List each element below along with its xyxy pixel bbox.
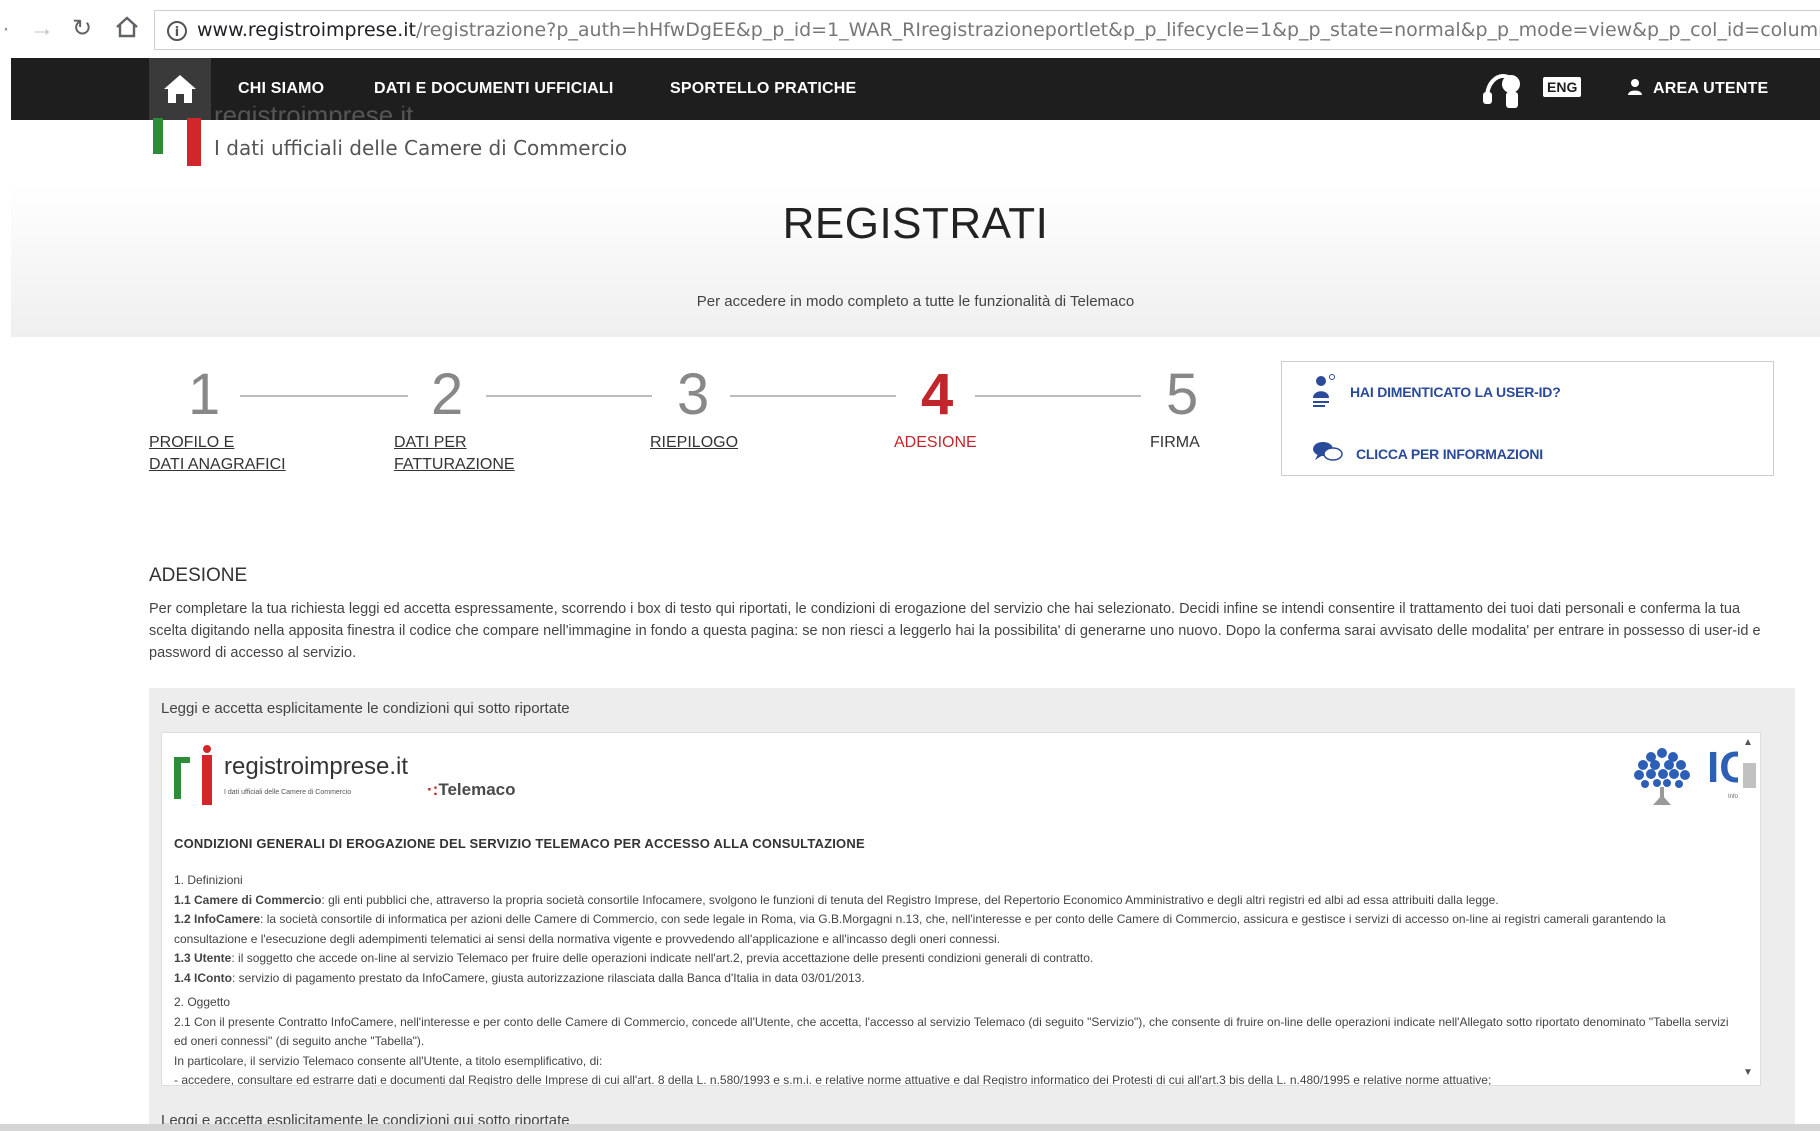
logo-mark	[153, 118, 209, 171]
step-connector	[730, 395, 896, 397]
section-1-title: 1. Definizioni	[174, 873, 243, 887]
conditions-scrollbox[interactable]: registroimprese.it I dati ufficiali dell…	[161, 732, 1761, 1086]
scroll-thumb[interactable]	[1743, 763, 1756, 788]
step-1-label-line2: DATI ANAGRAFICI	[149, 456, 286, 473]
scroll-down-arrow-icon[interactable]: ▼	[1743, 1067, 1753, 1078]
document-heading: CONDIZIONI GENERALI DI EROGAZIONE DEL SE…	[174, 836, 865, 851]
step-5-label-text: FIRMA	[1150, 434, 1200, 451]
support-headset-icon[interactable]	[1481, 70, 1525, 115]
conditions-panel: Leggi e accetta esplicitamente le condiz…	[149, 688, 1795, 1131]
house-icon	[164, 75, 196, 103]
step-1-link[interactable]: PROFILO E DATI ANAGRAFICI	[149, 432, 286, 476]
step-2-link[interactable]: DATI PER FATTURAZIONE	[394, 432, 515, 476]
user-icon	[1627, 78, 1643, 101]
info-icon[interactable]: i	[167, 20, 187, 41]
step-1-label-line1: PROFILO E	[149, 434, 235, 451]
clause-1-4-text: : servizio di pagamento prestato da Info…	[232, 970, 865, 985]
step-2-label-line1: DATI PER	[394, 434, 467, 451]
panel-label: Leggi e accetta esplicitamente le condiz…	[161, 700, 570, 717]
hero-band: REGISTRATI Per accedere in modo completo…	[11, 183, 1820, 337]
step-connector	[486, 395, 652, 397]
forward-icon[interactable]: →	[30, 14, 54, 44]
infocamere-tree-icon	[1627, 743, 1697, 818]
step-5-number: 5	[1166, 362, 1199, 427]
clause-1-1-text: : gli enti pubblici che, attraverso la p…	[321, 892, 1499, 907]
chat-bubbles-icon	[1312, 440, 1344, 469]
home-button[interactable]	[149, 58, 211, 120]
clause-1-3: 1.3 Utente: il soggetto che accede on-li…	[174, 949, 1734, 969]
logo-name: registroimprese.it	[214, 106, 413, 120]
url-path: /registrazione?p_auth=hHfwDgEE&p_p_id=1_…	[416, 19, 1820, 41]
logo-tagline: I dati ufficiali delle Camere di Commerc…	[214, 136, 628, 160]
scrollbar[interactable]: ▲ ▼	[1738, 733, 1760, 1085]
clause-2-intro: In particolare, il servizio Telemaco con…	[174, 1053, 603, 1068]
doc-logo-mark	[174, 745, 216, 812]
back-icon[interactable]: ·	[2, 14, 10, 44]
address-bar[interactable]: i www.registroimprese.it/registrazione?p_…	[154, 10, 1820, 50]
clause-1-2-text: : la società consortile di informatica p…	[174, 912, 1666, 946]
clause-2-1: 2.1 Con il presente Contratto InfoCamere…	[174, 1014, 1729, 1049]
clause-2-item: - accedere, consultare ed estrarre dati …	[174, 1073, 1492, 1086]
help-box: HAI DIMENTICATO LA USER-ID? CLICCA PER I…	[1281, 361, 1774, 476]
step-1-number: 1	[188, 362, 221, 427]
step-4-label-text: ADESIONE	[894, 434, 977, 451]
step-2-label-line2: FATTURAZIONE	[394, 456, 515, 473]
user-id-icon	[1310, 372, 1336, 413]
area-utente-link[interactable]: AREA UTENTE	[1653, 80, 1768, 98]
clause-1-2-term: 1.2 InfoCamere	[174, 912, 261, 926]
clause-1-1-term: 1.1 Camere di Commercio	[174, 892, 322, 907]
step-3-number: 3	[677, 362, 710, 427]
step-3-link[interactable]: RIEPILOGO	[650, 432, 738, 454]
step-3-label: RIEPILOGO	[650, 434, 739, 451]
reload-icon[interactable]: ↻	[72, 14, 92, 44]
intro-text: Per completare la tua richiesta leggi ed…	[149, 601, 1761, 661]
forgot-userid-link[interactable]: HAI DIMENTICATO LA USER-ID?	[1350, 384, 1561, 400]
step-4-label: ADESIONE	[894, 432, 977, 454]
clause-1-1: 1.1 Camere di Commercio: gli enti pubbli…	[174, 891, 1734, 911]
doc-logo-tagline: I dati ufficiali delle Camere di Commerc…	[224, 789, 352, 796]
telemaco-text: Telemaco	[438, 780, 516, 799]
document-body: 1. Definizioni 1.1 Camere di Commercio: …	[174, 871, 1734, 1086]
doc-logo-name: registroimprese.it	[224, 753, 409, 780]
browser-toolbar: · → ↻ i www.registroimprese.it/registrazi…	[0, 0, 1820, 58]
page-bottom-edge	[0, 1124, 1820, 1131]
page-subtitle: Per accedere in modo completo a tutte le…	[696, 293, 1135, 310]
clause-1-2: 1.2 InfoCamere: la società consortile di…	[174, 910, 1734, 949]
info-link[interactable]: CLICCA PER INFORMAZIONI	[1356, 446, 1543, 462]
section-title: ADESIONE	[149, 565, 248, 586]
language-toggle[interactable]: ENG	[1543, 77, 1582, 97]
step-2-number: 2	[431, 362, 464, 427]
page-title: REGISTRATI	[782, 199, 1049, 248]
scroll-up-arrow-icon[interactable]: ▲	[1743, 737, 1753, 748]
step-connector	[240, 395, 408, 397]
step-connector	[975, 395, 1141, 397]
clause-1-3-text: : il soggetto che accede on-line al serv…	[231, 951, 1094, 965]
step-4-number: 4	[921, 362, 954, 427]
section-2-title: 2. Oggetto	[174, 995, 231, 1009]
clause-1-4: 1.4 IConto: servizio di pagamento presta…	[174, 969, 1734, 989]
clause-1-3-term: 1.3 Utente	[174, 951, 232, 965]
step-5-label: FIRMA	[1150, 432, 1200, 454]
nav-dati-documenti[interactable]: DATI E DOCUMENTI UFFICIALI	[374, 80, 614, 98]
nav-sportello-pratiche[interactable]: SPORTELLO PRATICHE	[670, 80, 856, 98]
clause-1-4-term: 1.4 IConto	[174, 970, 233, 985]
url-host: www.registroimprese.it	[197, 19, 416, 41]
home-icon[interactable]	[114, 14, 140, 48]
telemaco-logo: ·:Telemaco	[427, 780, 516, 799]
nav-chi-siamo[interactable]: CHI SIAMO	[238, 80, 324, 98]
